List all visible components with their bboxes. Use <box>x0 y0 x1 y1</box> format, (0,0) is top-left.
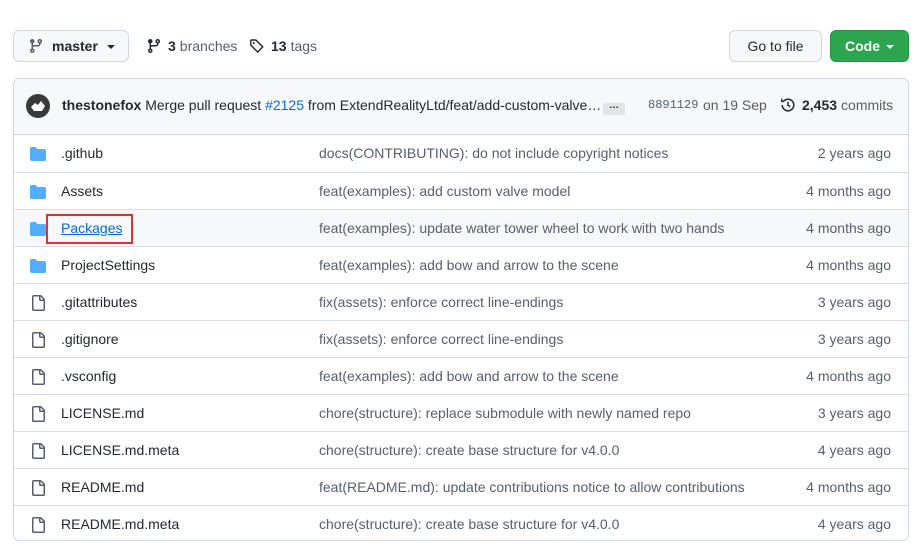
file-row[interactable]: LICENSE.md.meta chore(structure): create … <box>14 431 908 468</box>
git-branch-icon <box>148 38 160 54</box>
file-row[interactable]: .vsconfig feat(examples): add bow and arr… <box>14 357 908 394</box>
file-row[interactable]: .github docs(CONTRIBUTING): do not includ… <box>14 135 908 172</box>
tags-label: tags <box>290 38 318 54</box>
file-commit-age: 4 months ago <box>806 368 891 384</box>
commit-message-prefix[interactable]: Merge pull request <box>145 97 261 113</box>
expand-commit-message-button[interactable]: … <box>603 101 625 115</box>
file-commit-age: 4 years ago <box>817 516 891 532</box>
file-icon <box>30 295 46 311</box>
pull-request-link[interactable]: #2125 <box>265 97 304 113</box>
file-name-link[interactable]: .gitignore <box>61 331 119 347</box>
file-name-link[interactable]: Assets <box>61 183 103 199</box>
file-name-link[interactable]: .github <box>61 145 103 161</box>
avatar-icon <box>31 101 45 111</box>
file-commit-message-link[interactable]: feat(examples): add bow and arrow to the… <box>319 257 619 273</box>
file-icon <box>30 332 46 348</box>
file-name-link[interactable]: Packages <box>61 220 122 236</box>
folder-icon <box>30 184 46 200</box>
file-commit-age: 2 years ago <box>817 145 891 161</box>
file-browser: thestonefox Merge pull request #2125 fro… <box>13 78 909 541</box>
commits-link[interactable]: 2,453 commits <box>780 97 893 113</box>
commit-message-suffix[interactable]: from ExtendRealityLtd/feat/add-custom-va… <box>308 97 601 113</box>
file-commit-age: 3 years ago <box>817 294 891 310</box>
file-commit-message-link[interactable]: chore(structure): create base structure … <box>319 516 619 532</box>
file-commit-message-link[interactable]: fix(assets): enforce correct line-ending… <box>319 331 563 347</box>
go-to-file-label: Go to file <box>747 38 804 54</box>
latest-commit-bar: thestonefox Merge pull request #2125 fro… <box>14 79 908 135</box>
file-commit-age: 3 years ago <box>817 331 891 347</box>
commits-label: commits <box>841 97 894 113</box>
tag-icon <box>250 39 264 53</box>
file-commit-message-link[interactable]: chore(structure): replace submodule with… <box>319 405 691 421</box>
branches-link[interactable]: 3 branches <box>146 30 237 62</box>
file-row[interactable]: README.md feat(README.md): update contrib… <box>14 468 908 505</box>
branch-label: master <box>52 38 98 54</box>
file-icon <box>30 517 46 533</box>
file-commit-age: 3 years ago <box>817 405 891 421</box>
file-commit-message-link[interactable]: docs(CONTRIBUTING): do not include copyr… <box>319 145 668 161</box>
file-commit-age: 4 months ago <box>806 220 891 236</box>
folder-icon <box>30 221 46 237</box>
file-icon <box>30 406 46 422</box>
tags-link[interactable]: 13 tags <box>249 30 317 62</box>
file-commit-age: 4 months ago <box>806 183 891 199</box>
history-icon <box>781 98 795 112</box>
file-commit-message-link[interactable]: fix(assets): enforce correct line-ending… <box>319 294 563 310</box>
file-row[interactable]: ProjectSettings feat(examples): add bow a… <box>14 246 908 283</box>
code-button[interactable]: Code <box>830 30 909 62</box>
file-name-link[interactable]: LICENSE.md <box>61 405 144 421</box>
branches-count: 3 <box>168 38 176 54</box>
file-name-link[interactable]: README.md <box>61 479 144 495</box>
file-name-link[interactable]: ProjectSettings <box>61 257 155 273</box>
code-label: Code <box>845 38 880 54</box>
chevron-down-icon <box>886 45 894 49</box>
file-row[interactable]: .gitignore fix(assets): enforce correct l… <box>14 320 908 357</box>
file-row[interactable]: LICENSE.md chore(structure): replace subm… <box>14 394 908 431</box>
commit-count: 2,453 <box>802 97 838 113</box>
branch-select-button[interactable]: master <box>13 30 129 62</box>
file-row[interactable]: Packages feat(examples): update water tow… <box>14 209 908 246</box>
file-name-link[interactable]: .vsconfig <box>61 368 116 384</box>
file-icon <box>30 480 46 496</box>
commit-sha[interactable]: 8891129 <box>648 98 698 112</box>
file-name-link[interactable]: .gitattributes <box>61 294 137 310</box>
file-row[interactable]: README.md.meta chore(structure): create b… <box>14 505 908 540</box>
file-commit-age: 4 years ago <box>817 442 891 458</box>
file-row[interactable]: Assets feat(examples): add custom valve m… <box>14 172 908 209</box>
file-icon <box>30 443 46 459</box>
folder-icon <box>30 258 46 274</box>
avatar[interactable] <box>26 94 50 118</box>
file-icon <box>30 369 46 385</box>
repo-toolbar: master 3 branches 13 tags Go to file Cod… <box>13 30 909 62</box>
file-commit-message-link[interactable]: feat(examples): add custom valve model <box>319 183 570 199</box>
tags-count: 13 <box>271 38 287 54</box>
file-commit-age: 4 months ago <box>806 479 891 495</box>
file-commit-message-link[interactable]: feat(examples): update water tower wheel… <box>319 220 724 236</box>
file-list: .github docs(CONTRIBUTING): do not includ… <box>14 135 908 540</box>
git-branch-icon <box>30 38 42 54</box>
file-commit-message-link[interactable]: chore(structure): create base structure … <box>319 442 619 458</box>
go-to-file-button[interactable]: Go to file <box>729 30 822 62</box>
file-commit-message-link[interactable]: feat(README.md): update contributions no… <box>319 479 745 495</box>
file-row[interactable]: .gitattributes fix(assets): enforce corre… <box>14 283 908 320</box>
commit-date[interactable]: on 19 Sep <box>703 97 767 113</box>
file-commit-message-link[interactable]: feat(examples): add bow and arrow to the… <box>319 368 619 384</box>
file-name-link[interactable]: README.md.meta <box>61 516 179 532</box>
commit-message: thestonefox Merge pull request #2125 fro… <box>62 97 601 113</box>
chevron-down-icon <box>106 45 115 49</box>
folder-icon <box>30 146 46 162</box>
file-name-link[interactable]: LICENSE.md.meta <box>61 442 179 458</box>
commit-author[interactable]: thestonefox <box>62 97 141 113</box>
file-commit-age: 4 months ago <box>806 257 891 273</box>
branches-label: branches <box>179 38 238 54</box>
